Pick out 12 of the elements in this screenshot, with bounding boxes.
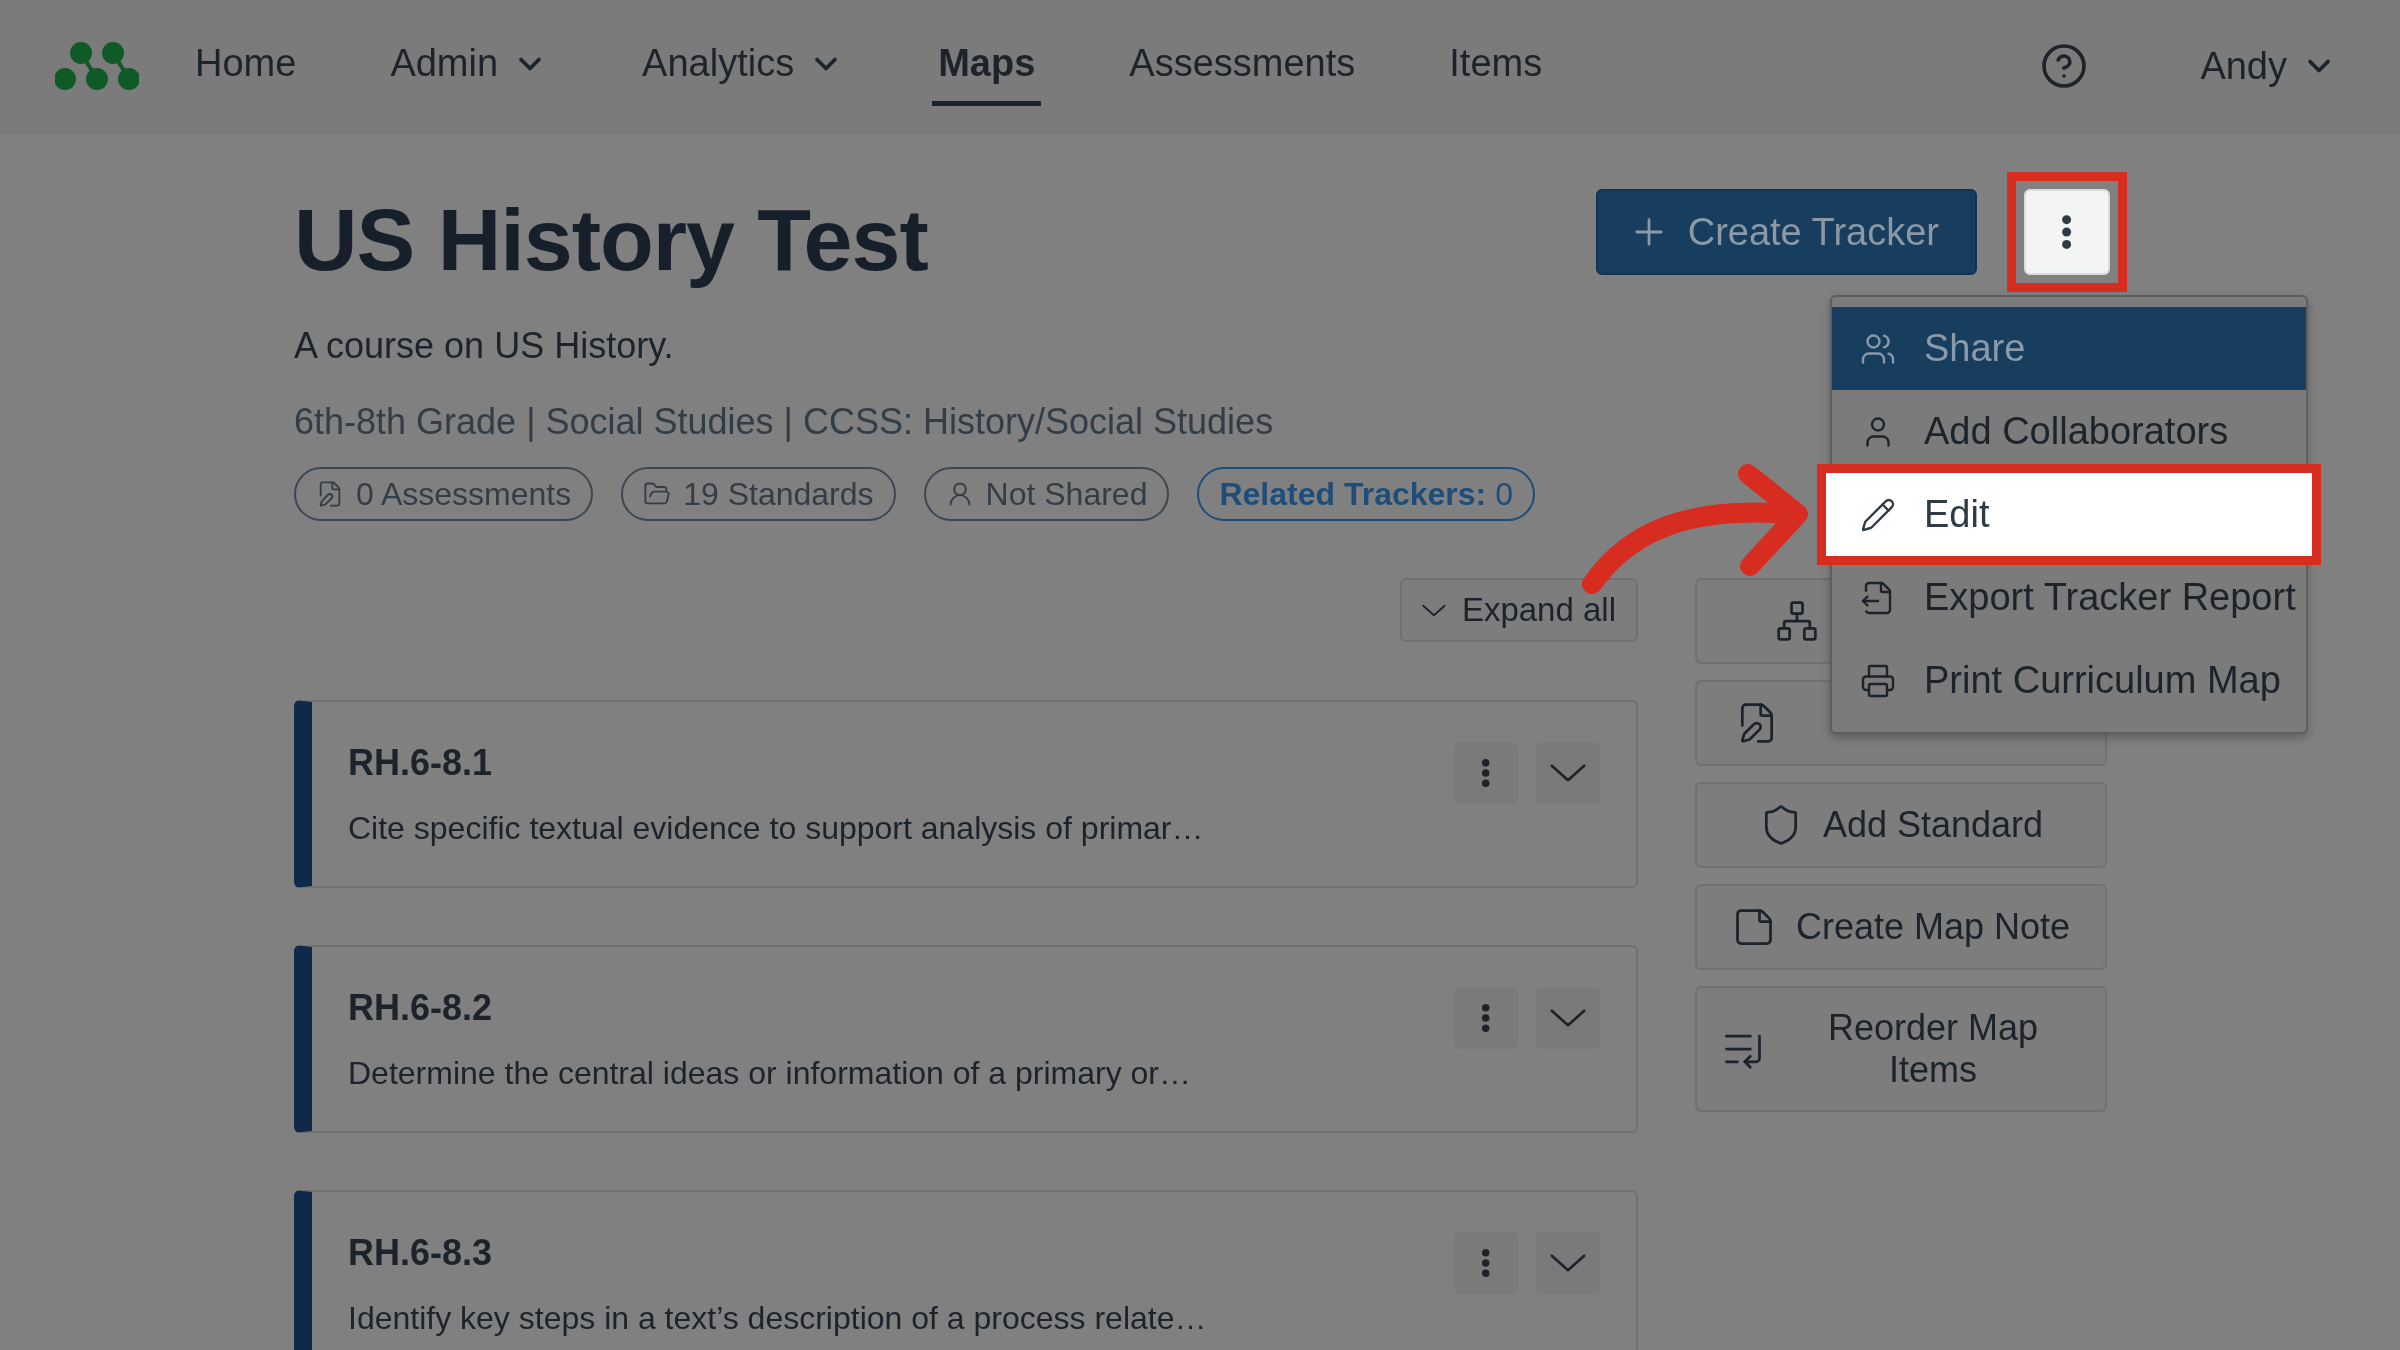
standard-description: Identify key steps in a text’s description of a process relate… — [348, 1300, 1207, 1337]
standard-code: RH.6-8.2 — [348, 987, 494, 1029]
standard-code: RH.6-8.3 — [348, 1232, 494, 1274]
page-title: US History Test — [294, 189, 928, 291]
info-pill: Not Shared — [923, 467, 1170, 521]
standard-description: Determine the central ideas or information of a primary or… — [348, 1055, 1191, 1092]
standard-description: Cite specific textual evidence to support analysis of primar… — [348, 810, 1204, 847]
standard-code: RH.6-8.1 — [348, 742, 494, 784]
info-pill: 0 Assessments — [294, 467, 594, 521]
course-description: A course on US History. — [294, 325, 674, 367]
course-details: 6th-8th Grade | Social Studies | CCSS: History/Social Studies — [294, 401, 1274, 443]
info-pill: 19 Standards — [621, 467, 896, 521]
